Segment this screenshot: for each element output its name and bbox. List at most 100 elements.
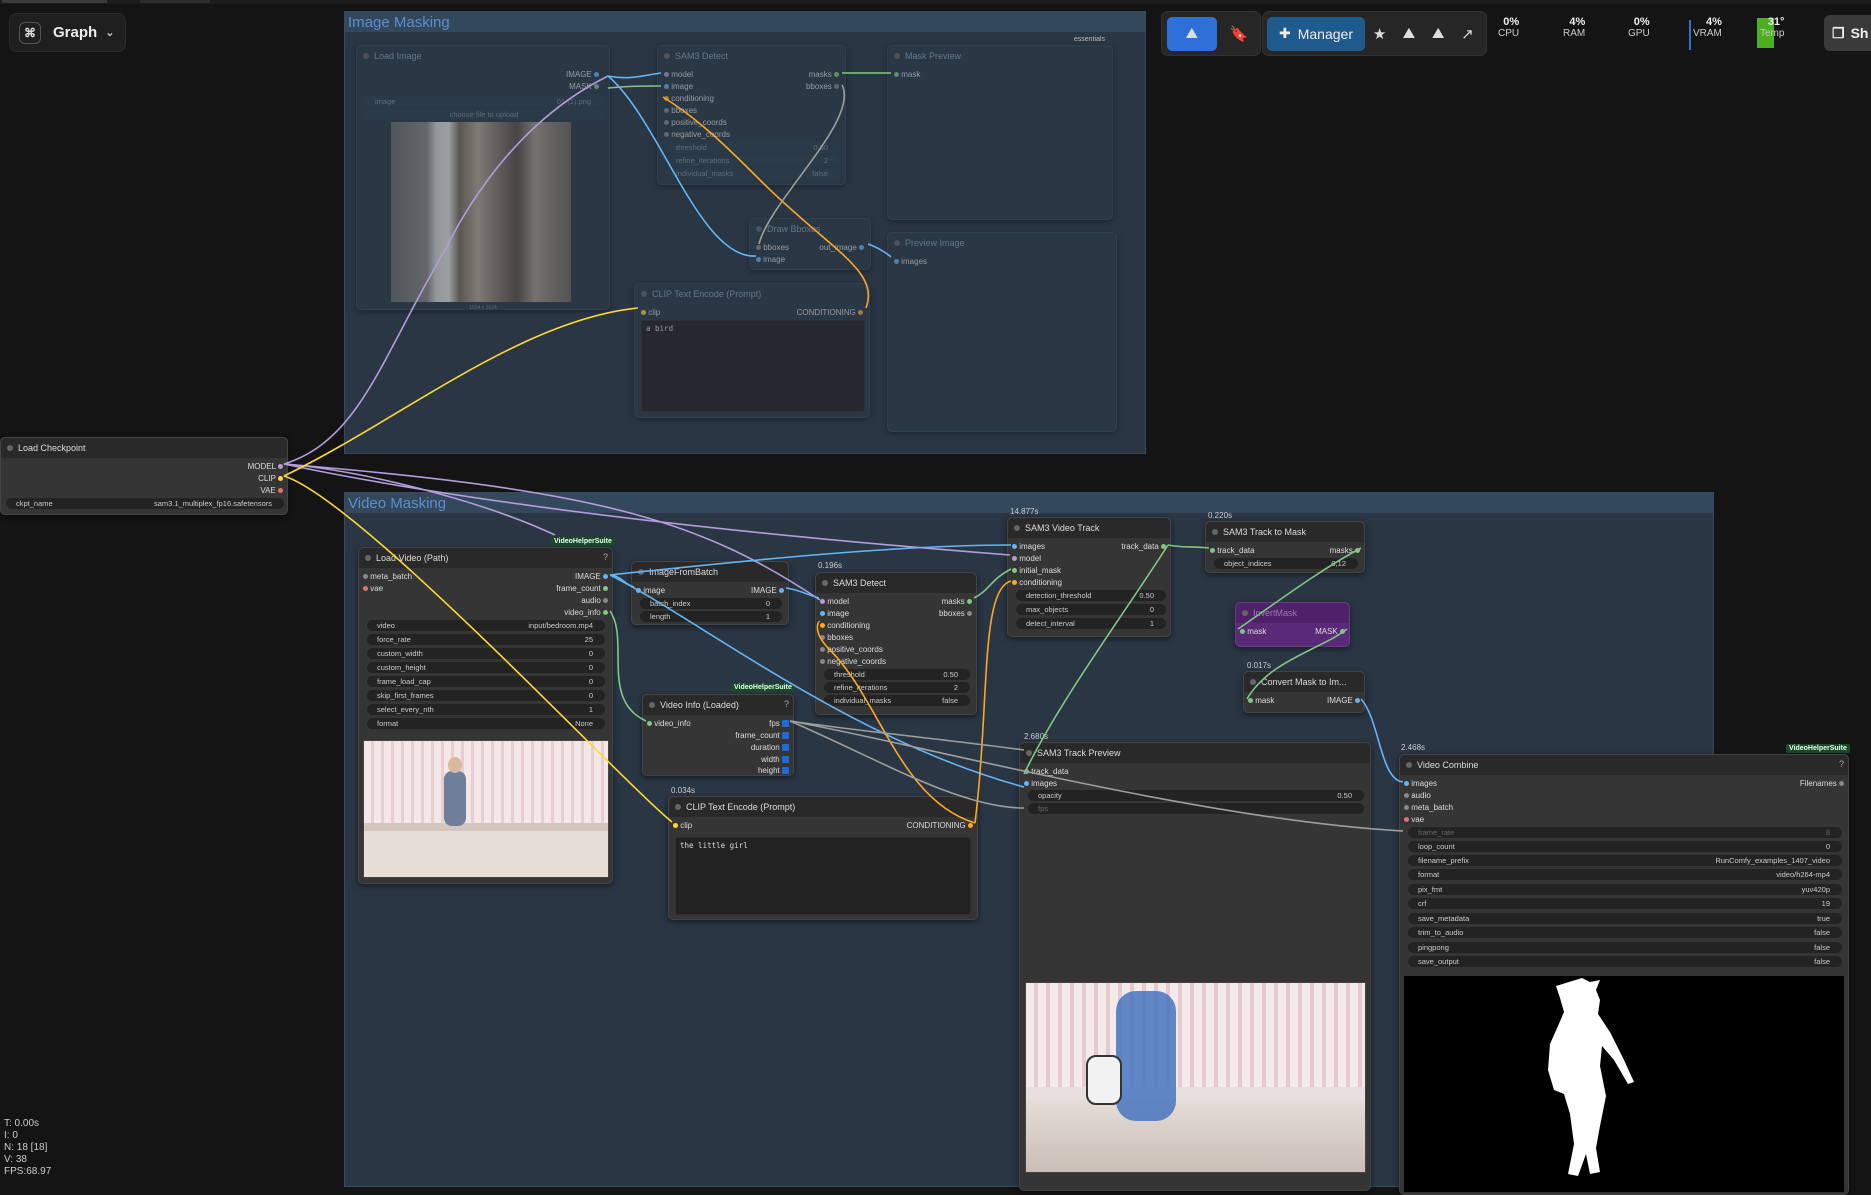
input-bboxes[interactable]: bboxes: [756, 243, 789, 252]
trim-to-audio-toggle[interactable]: trim_to_audio false: [1408, 927, 1842, 938]
help-icon[interactable]: ?: [784, 699, 789, 709]
input-conditioning[interactable]: conditioning: [1012, 578, 1062, 587]
output-masks[interactable]: masks: [1330, 546, 1360, 555]
crf-widget[interactable]: crf 19: [1408, 898, 1842, 909]
clip-text-encode-node-top[interactable]: CLIP Text Encode (Prompt) clip CONDITION…: [634, 283, 870, 418]
batch-index-widget[interactable]: batch_index 0: [640, 598, 782, 609]
input-image[interactable]: image: [820, 609, 849, 618]
active-tab-indicator[interactable]: [2, 0, 107, 3]
mountain-alt-icon[interactable]: ⛰: [1424, 17, 1453, 51]
help-icon[interactable]: ?: [603, 552, 608, 562]
output-image[interactable]: IMAGE: [1327, 696, 1360, 705]
input-track-data[interactable]: track_data: [1210, 546, 1255, 555]
refine-iterations-widget[interactable]: refine_iterations 2: [824, 682, 970, 693]
input-images[interactable]: images: [1012, 542, 1045, 551]
object-indices-widget[interactable]: object_indices 0,12: [1214, 558, 1358, 569]
pingpong-toggle[interactable]: pingpong false: [1408, 942, 1842, 953]
output-height[interactable]: height: [758, 766, 789, 775]
sam3-detect-node-bottom[interactable]: SAM3 Detect model image conditioning bbo…: [815, 572, 977, 715]
skip-first-frames-widget[interactable]: skip_first_frames 0: [367, 690, 605, 701]
sam3-track-preview-node[interactable]: SAM3 Track Preview track_data images opa…: [1019, 742, 1371, 1191]
max-objects-widget[interactable]: max_objects 0: [1016, 604, 1166, 615]
input-bboxes[interactable]: bboxes: [664, 106, 697, 115]
sam3-track-to-mask-node[interactable]: SAM3 Track to Mask track_data masks obje…: [1205, 521, 1365, 573]
draw-bboxes-node[interactable]: Draw Bboxes bboxes image out_image: [749, 218, 871, 270]
input-negative-coords[interactable]: negative_coords: [664, 130, 730, 139]
input-positive-coords[interactable]: positive_coords: [664, 118, 727, 127]
loop-count-widget[interactable]: loop_count 0: [1408, 841, 1842, 852]
sam3-detect-node-top[interactable]: SAM3 Detect model image conditioning bbo…: [657, 45, 846, 185]
length-widget[interactable]: length 1: [640, 611, 782, 622]
graph-menu-button[interactable]: ⌘ Graph ⌄: [9, 13, 126, 52]
fps-widget[interactable]: fps: [1028, 803, 1364, 814]
load-checkpoint-node[interactable]: Load Checkpoint MODEL CLIP VAE ckpt_name…: [0, 437, 288, 515]
input-model[interactable]: model: [1012, 554, 1041, 563]
input-clip[interactable]: clip: [673, 821, 692, 830]
input-images[interactable]: images: [1404, 779, 1437, 788]
individual-masks-toggle[interactable]: individual_masks false: [824, 695, 970, 706]
output-masks[interactable]: masks: [809, 70, 839, 79]
video-combine-node[interactable]: Video Combine ? images audio meta_batch …: [1399, 754, 1849, 1195]
video-info-node[interactable]: Video Info (Loaded) ? video_info fps fra…: [642, 694, 794, 776]
output-filenames[interactable]: Filenames: [1800, 779, 1844, 788]
share-arrow-icon[interactable]: ↗: [1453, 17, 1482, 51]
save-output-toggle[interactable]: save_output false: [1408, 956, 1842, 967]
custom-width-widget[interactable]: custom_width 0: [367, 648, 605, 659]
ckpt-name-select[interactable]: ckpt_name sam3.1_multiplex_fp16.safetenso…: [6, 498, 284, 509]
output-track-data[interactable]: track_data: [1121, 542, 1166, 551]
select-every-nth-widget[interactable]: select_every_nth 1: [367, 704, 605, 715]
filename-prefix-widget[interactable]: filename_prefix RunComfy_examples_1407_vi…: [1408, 855, 1842, 866]
input-images[interactable]: images: [894, 257, 927, 266]
input-track-data[interactable]: track_data: [1024, 767, 1069, 776]
input-vae[interactable]: vae: [363, 584, 383, 593]
save-metadata-toggle[interactable]: save_metadata true: [1408, 913, 1842, 924]
input-negative-coords[interactable]: negative_coords: [820, 657, 886, 666]
output-frame-count[interactable]: frame_count: [556, 584, 608, 593]
input-mask[interactable]: mask: [894, 70, 920, 79]
load-image-node[interactable]: Load Image IMAGE MASK image 01 (1).png ch…: [356, 45, 610, 311]
output-video-info[interactable]: video_info: [564, 608, 608, 617]
frame-rate-widget[interactable]: frame_rate 8: [1408, 827, 1842, 838]
input-initial-mask[interactable]: initial_mask: [1012, 566, 1061, 575]
output-vae[interactable]: VAE: [260, 486, 283, 495]
custom-height-widget[interactable]: custom_height 0: [367, 662, 605, 673]
output-mask[interactable]: MASK: [569, 82, 599, 91]
input-images[interactable]: images: [1024, 779, 1057, 788]
format-widget[interactable]: format None: [367, 718, 605, 729]
output-audio[interactable]: audio: [581, 596, 608, 605]
opacity-widget[interactable]: opacity 0.50: [1028, 790, 1364, 801]
input-audio[interactable]: audio: [1404, 791, 1431, 800]
prompt-textarea[interactable]: a bird: [641, 320, 865, 412]
input-positive-coords[interactable]: positive_coords: [820, 645, 883, 654]
output-bboxes[interactable]: bboxes: [939, 609, 972, 618]
input-model[interactable]: model: [820, 597, 849, 606]
output-image[interactable]: out_image: [819, 243, 864, 252]
output-mask[interactable]: MASK: [1315, 627, 1345, 636]
detect-interval-widget[interactable]: detect_interval 1: [1016, 618, 1166, 629]
refine-iterations-widget[interactable]: refine_iterations 2: [666, 155, 840, 166]
threshold-widget[interactable]: threshold 0.50: [666, 142, 840, 153]
preview-image-node[interactable]: Preview Image images: [887, 232, 1117, 432]
input-conditioning[interactable]: conditioning: [664, 94, 714, 103]
input-image[interactable]: image: [756, 255, 785, 264]
input-conditioning[interactable]: conditioning: [820, 621, 870, 630]
frame-load-cap-widget[interactable]: frame_load_cap 0: [367, 676, 605, 687]
input-mask[interactable]: mask: [1248, 696, 1274, 705]
output-frame-count[interactable]: frame_count: [735, 731, 789, 740]
sam3-video-track-node[interactable]: SAM3 Video Track images model initial_ma…: [1007, 517, 1171, 637]
tab-indicator[interactable]: [140, 0, 210, 3]
comfy-logo-button[interactable]: ⛰: [1167, 16, 1217, 51]
input-meta-batch[interactable]: meta_batch: [1404, 803, 1453, 812]
upload-button[interactable]: choose file to upload: [365, 109, 603, 120]
output-clip[interactable]: CLIP: [258, 474, 283, 483]
share-button[interactable]: ❐ Sh: [1824, 15, 1871, 51]
manager-button[interactable]: ✚ Manager: [1267, 16, 1365, 51]
input-model[interactable]: model: [664, 70, 693, 79]
format-widget[interactable]: format video/h264-mp4: [1408, 869, 1842, 880]
convert-mask-node[interactable]: Convert Mask to Im... mask IMAGE: [1243, 671, 1365, 713]
image-from-batch-node[interactable]: ImageFromBatch image IMAGE batch_index 0 …: [631, 561, 789, 625]
output-image[interactable]: IMAGE: [575, 572, 608, 581]
output-bboxes[interactable]: bboxes: [806, 82, 839, 91]
invert-mask-node[interactable]: InvertMask mask MASK: [1235, 602, 1350, 647]
bookmark-icon[interactable]: 🔖: [1223, 17, 1255, 51]
